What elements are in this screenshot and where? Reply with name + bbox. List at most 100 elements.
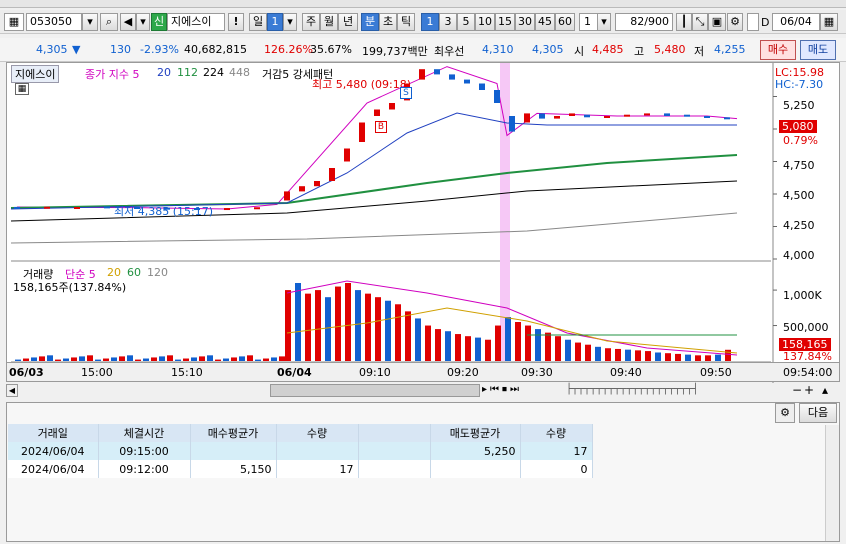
volume-bar [515,322,521,361]
volume-bar [335,286,341,361]
interval-dropdown-icon[interactable]: ▾ [597,13,611,31]
y-label-4250: 4,250 [783,219,815,232]
volume-bar [505,317,511,361]
scroll-up-icon[interactable]: ▴ [822,383,828,397]
high-label: 고 [634,45,645,58]
volume-bar [175,359,181,361]
candle-icon[interactable]: ┃ [676,13,692,31]
code-dropdown-icon[interactable]: ▾ [82,13,98,31]
minute-3[interactable]: 3 [439,13,457,31]
scroll-thumb[interactable] [270,384,480,397]
volume-bar [625,349,631,361]
col-sell-avg: 매도평균가 [430,424,521,442]
chart-scroll-bar[interactable]: ◀ ▸⏮⏹⏭ ├┬┬┬┬┬┬┬┬┬┬┬┬┬┬┬┬┬┬┬┬┤ − + ▴ [6,383,840,399]
speaker-dropdown-icon[interactable]: ▾ [136,13,150,31]
volume-bar [405,311,411,361]
period-minute[interactable]: 분 [361,13,379,31]
period-month[interactable]: 월 [320,13,338,31]
period-year[interactable]: 년 [338,13,358,31]
period-dropdown-icon[interactable]: ▾ [283,13,297,31]
volume-bar [665,353,671,361]
volume-bar [325,297,331,361]
price-candle [724,117,730,120]
time-label-1510: 15:10 [171,366,203,379]
minute-45[interactable]: 45 [535,13,555,31]
price-candle [419,69,425,80]
price-candle [584,114,590,118]
table-row[interactable]: 2024/06/04 09:15:00 5,250 17 [8,442,593,460]
bar-count-field[interactable]: 82/900 [615,13,673,31]
volume-bar [615,348,621,361]
minute-30[interactable]: 30 [515,13,535,31]
warning-button[interactable]: ! [228,13,244,31]
price-candle [539,113,545,119]
date-field[interactable]: 06/04 [772,13,820,31]
volume-bar [271,357,277,361]
price-chart-svg[interactable] [7,63,841,383]
minute-15[interactable]: 15 [495,13,515,31]
table-row[interactable]: 2024/06/04 09:12:00 5,150 17 0 [8,460,593,478]
priority-label: 최우선 [434,45,465,58]
vol-label-1000k: 1,000K [783,289,822,302]
minute-1[interactable]: 1 [421,13,439,31]
minute-60[interactable]: 60 [555,13,575,31]
volume-bar [167,355,173,361]
sell-marker: S [400,87,412,99]
price-candle [284,191,290,201]
minute-5[interactable]: 5 [457,13,475,31]
volume-bar [15,359,21,361]
price-chart-panel[interactable]: 지에스이 종가 지수 5 20 112 224 448 거감5 강세패턴 ▦ 최… [6,62,841,383]
date-checkbox[interactable] [747,13,759,31]
zoom-out-icon[interactable]: − [792,383,802,397]
volume-bar [695,355,701,361]
buy-marker: B [375,121,387,133]
quote-info-bar: 4,305 ▼ 130 -2.93% 40,682,815 126.26% 35… [0,38,846,62]
stock-code-input[interactable]: 053050 [26,13,82,31]
scroll-left-icon[interactable]: ◀ [6,384,18,397]
settings-icon[interactable]: ⚙ [727,13,743,31]
turnover-pct: 35.67% [310,43,352,56]
minute-10[interactable]: 10 [475,13,495,31]
period-week[interactable]: 주 [302,13,320,31]
period-tick[interactable]: 틱 [397,13,415,31]
speaker-icon[interactable]: ◀ [120,13,136,31]
volume-bar [239,356,245,361]
cell-sell-avg: 5,250 [430,442,521,460]
next-button[interactable]: 다음 [799,403,837,423]
grid-settings-icon[interactable]: ⚙ [775,403,795,423]
volume-bar [395,304,401,361]
search-icon[interactable]: ⌕ [100,13,118,31]
time-label-0930: 09:30 [521,366,553,379]
sell-button[interactable]: 매도 [800,40,836,60]
volume-bar [375,297,381,361]
time-label-0910: 09:10 [359,366,391,379]
col-trade-date: 거래일 [8,424,99,442]
period-day[interactable]: 일 [249,13,267,31]
ma-20-legend: 20 [157,66,171,79]
buy-button[interactable]: 매수 [760,40,796,60]
stock-name-field[interactable]: 지에스이 [167,13,225,31]
playback-controls[interactable]: ▸⏮⏹⏭ [482,384,562,397]
table-toggle-icon[interactable]: ▦ [15,83,29,95]
zoom-slider[interactable]: ├┬┬┬┬┬┬┬┬┬┬┬┬┬┬┬┬┬┬┬┬┤ [566,384,786,397]
volume-bar [143,358,149,361]
vol-ma20-legend: 20 [107,266,121,279]
calendar-icon[interactable]: ▦ [820,13,838,31]
price-change-pct: -2.93% [140,43,179,56]
volume-bar [87,355,93,361]
period-second[interactable]: 초 [379,13,397,31]
volume-bar [127,355,133,361]
save-icon[interactable]: ▣ [708,13,726,31]
vol-ma5-line [286,280,738,356]
period-day-count[interactable]: 1 [267,13,283,31]
volume-bar [715,354,721,361]
cell-time: 09:12:00 [98,460,191,478]
cell-buy-qty [276,442,359,460]
price-candle [74,207,80,209]
line-tool-icon[interactable]: ⤡ [692,13,708,31]
volume-bar [645,351,651,361]
grid-scrollbar[interactable] [825,425,839,541]
zoom-in-icon[interactable]: + [804,383,814,397]
grid-menu-icon[interactable]: ▦ [4,13,24,31]
cell-sell-avg [430,460,521,478]
